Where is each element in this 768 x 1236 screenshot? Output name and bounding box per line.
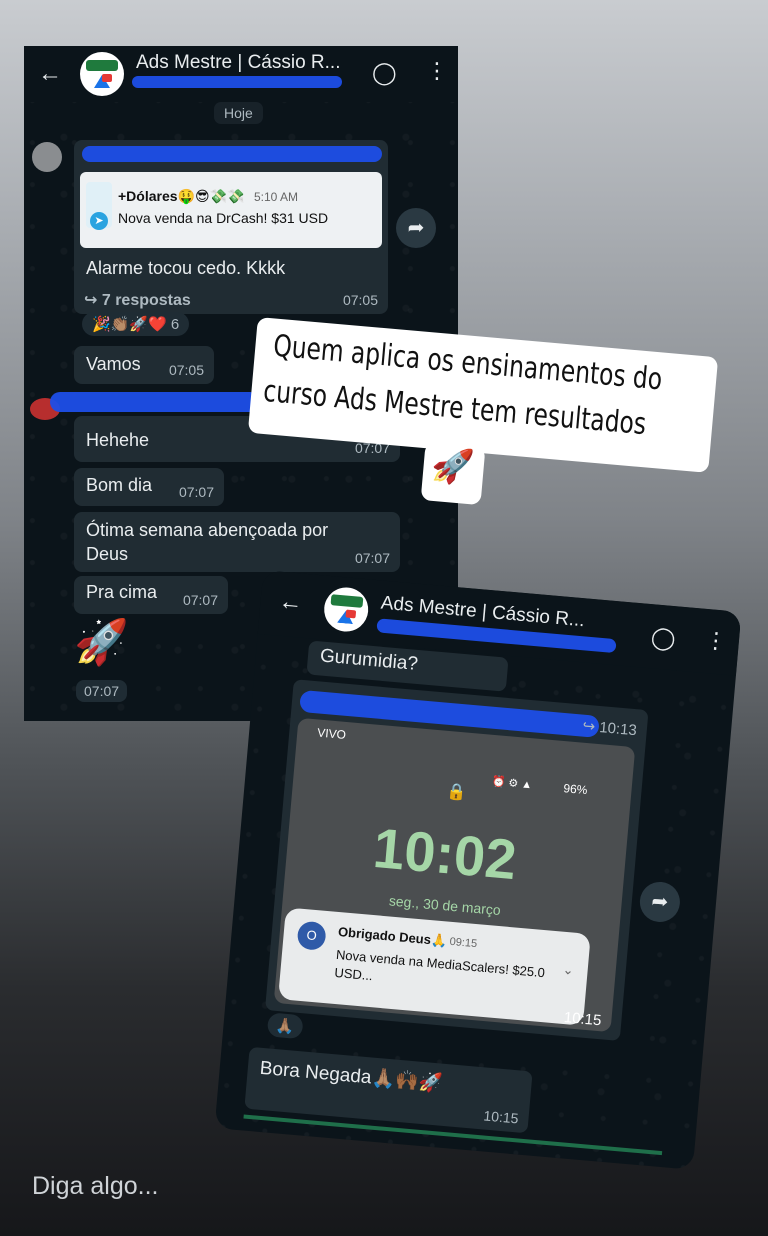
status-bar-icons: ⏰ ⚙ ▲ xyxy=(491,775,533,792)
rocket-emoji: 🚀 xyxy=(429,444,476,489)
quote-text: Nova venda na DrCash! $31 USD xyxy=(118,210,329,226)
sticker-time: 07:07 xyxy=(76,680,128,702)
carrier-label: VIVO xyxy=(316,725,347,742)
telegram-icon: O xyxy=(296,920,327,951)
message-time: 07:05 xyxy=(168,362,204,378)
message-bubble-vamos[interactable]: Vamos 07:05 xyxy=(74,346,214,384)
message-time: 07:05 xyxy=(342,292,378,308)
message-text: Bora Negada🙏🏽🙌🏾🚀 xyxy=(258,1057,444,1095)
message-bubble-otima-semana[interactable]: Ótima semana abençoada por Deus 07:07 xyxy=(74,512,400,572)
lock-icon: 🔒 xyxy=(445,783,468,802)
redaction-scribble xyxy=(132,76,342,88)
quote-sender: +Dólares🤑😎💸💸 xyxy=(118,188,245,204)
notification-time: 09:15 xyxy=(449,935,478,951)
more-options-icon[interactable]: ⋮ xyxy=(704,627,728,655)
message-text: Gurumidia? xyxy=(319,645,419,675)
message-time: 07:07 xyxy=(178,484,214,500)
reaction-count: 6 xyxy=(170,316,180,333)
message-text: Vamos xyxy=(86,354,141,374)
replies-link[interactable]: ↪ 7 respostas xyxy=(84,290,191,310)
chat-title[interactable]: Ads Mestre | Cássio R... xyxy=(136,52,341,74)
notification-card[interactable]: O Obrigado Deus🙏 09:15 Nova venda na Med… xyxy=(277,907,591,1026)
battery-level: 96% xyxy=(562,781,589,798)
more-options-icon[interactable]: ⋮ xyxy=(426,58,448,84)
lockscreen-clock: 10:02 xyxy=(370,815,520,892)
message-text: Pra cima xyxy=(86,582,158,602)
image-time: 10:15 xyxy=(563,1009,603,1030)
redaction-scribble xyxy=(82,146,382,162)
youtube-logo-icon xyxy=(102,74,112,82)
message-text: Bom dia xyxy=(86,475,153,495)
quoted-message[interactable]: ➤ +Dólares🤑😎💸💸 5:10 AM Nova venda na DrC… xyxy=(80,172,382,248)
reactions-pill[interactable]: 🙏🏽 xyxy=(266,1012,304,1040)
rocket-sticker[interactable]: 🚀 xyxy=(74,616,129,668)
message-time: 07:07 xyxy=(354,550,390,566)
avatar-logo-banner xyxy=(86,60,118,71)
voice-chat-icon[interactable]: ◯ xyxy=(372,60,397,86)
phone-lockscreen-image[interactable]: VIVO ⏰ ⚙ ▲ 96% 🔒 10:02 seg., 30 de março… xyxy=(273,717,636,1033)
message-text: Ótima semana abençoada por Deus xyxy=(86,520,329,564)
back-arrow-icon[interactable]: ← xyxy=(38,60,62,88)
message-bubble-bom-dia[interactable]: Bom dia 07:07 xyxy=(74,468,224,506)
avatar-logo-banner xyxy=(330,594,364,608)
notification-title: Obrigado Deus🙏 xyxy=(337,924,448,949)
message-time: 07:07 xyxy=(182,592,218,608)
youtube-logo-icon xyxy=(345,609,357,619)
notification-text: Nova venda na MediaScalers! $25.0 USD... xyxy=(333,946,546,984)
group-avatar[interactable] xyxy=(322,585,371,634)
group-avatar[interactable] xyxy=(80,52,124,96)
story-reply-input[interactable]: Diga algo... xyxy=(32,1172,158,1201)
message-text: Alarme tocou cedo. Kkkk xyxy=(86,258,286,278)
redaction-scribble xyxy=(50,392,260,412)
quote-time: 5:10 AM xyxy=(254,190,299,204)
telegram-icon: ➤ xyxy=(90,212,108,230)
sender-avatar xyxy=(32,142,62,172)
chat-header: ← Ads Mestre | Cássio R... ◯ ⋮ xyxy=(24,46,458,102)
back-arrow-icon[interactable]: ← xyxy=(277,588,304,618)
chevron-down-icon[interactable]: ⌄ xyxy=(562,962,574,979)
voice-chat-icon[interactable]: ◯ xyxy=(650,624,677,652)
reaction-emoji: 🙏🏽 xyxy=(274,1016,296,1036)
message-text: Hehehe xyxy=(86,430,150,450)
message-time: 10:15 xyxy=(482,1107,520,1127)
message-bubble-alarm[interactable]: ➤ +Dólares🤑😎💸💸 5:10 AM Nova venda na DrC… xyxy=(74,140,388,314)
date-chip: Hoje xyxy=(214,102,263,124)
message-bubble-image[interactable]: ↪ 10:13 VIVO ⏰ ⚙ ▲ 96% 🔒 10:02 seg., 30 … xyxy=(264,679,649,1041)
chat-screenshot-2: ← Ads Mestre | Cássio R... ◯ ⋮ Gurumidia… xyxy=(214,570,742,1170)
message-bubble-pra-cima[interactable]: Pra cima 07:07 xyxy=(74,576,228,614)
forward-icon[interactable]: ➦ xyxy=(396,208,436,248)
reaction-emojis: 🎉👏🏽🚀❤️ xyxy=(92,316,167,333)
reactions-pill[interactable]: 🎉👏🏽🚀❤️ 6 xyxy=(82,312,190,336)
lockscreen-date: seg., 30 de março xyxy=(388,892,502,919)
